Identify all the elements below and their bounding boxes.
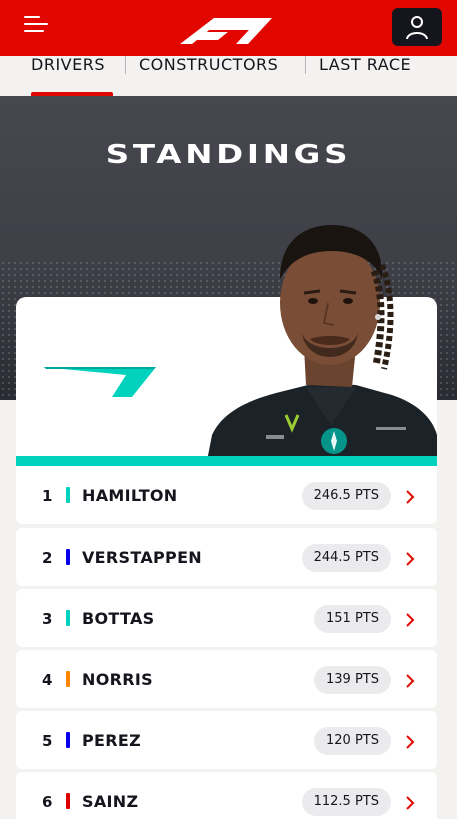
standings-row[interactable]: 4 NORRIS 139 PTS	[16, 650, 437, 708]
standings-tabs: DRIVERS CONSTRUCTORS LAST RACE	[0, 55, 457, 96]
standings-row[interactable]: 5 PEREZ 120 PTS	[16, 711, 437, 769]
page-title: STANDINGS	[105, 140, 352, 170]
tab-constructors[interactable]: CONSTRUCTORS	[139, 55, 278, 96]
chevron-right-icon	[406, 674, 415, 688]
leader-feature-card[interactable]	[16, 225, 437, 466]
hamilton-portrait	[206, 225, 437, 466]
driver-name: NORRIS	[82, 670, 153, 689]
team-color-stripe	[16, 456, 437, 466]
chevron-right-icon	[406, 735, 415, 749]
chevron-right-icon	[406, 613, 415, 627]
account-button[interactable]	[392, 8, 442, 46]
team-color-bar	[66, 732, 70, 748]
points-badge: 244.5 PTS	[301, 544, 391, 572]
team-color-bar	[66, 610, 70, 626]
team-color-bar	[66, 487, 70, 503]
standings-row[interactable]: 6 SAINZ 112.5 PTS	[16, 772, 437, 819]
driver-position: 4	[42, 671, 53, 689]
team-color-bar	[66, 549, 70, 565]
driver-name: BOTTAS	[82, 609, 155, 628]
driver-position: 1	[42, 487, 53, 505]
driver-position: 5	[42, 732, 53, 750]
points-badge: 139 PTS	[314, 666, 391, 694]
tab-divider	[125, 56, 126, 74]
driver-position: 3	[42, 610, 53, 628]
driver-name: PEREZ	[82, 731, 142, 750]
hamburger-menu-icon[interactable]	[24, 16, 48, 34]
chevron-right-icon	[406, 490, 415, 504]
points-badge: 112.5 PTS	[301, 788, 391, 816]
mercedes-arrow-logo	[42, 367, 156, 397]
chevron-right-icon	[406, 552, 415, 566]
standings-row[interactable]: 1 HAMILTON 246.5 PTS	[16, 466, 437, 524]
tab-last-race[interactable]: LAST RACE	[319, 55, 411, 96]
tab-divider	[305, 56, 306, 74]
driver-position: 2	[42, 549, 53, 567]
driver-name: HAMILTON	[82, 486, 178, 505]
user-icon	[406, 16, 428, 39]
f1-logo[interactable]	[178, 18, 272, 44]
driver-position: 6	[42, 793, 53, 811]
team-color-bar	[66, 793, 70, 809]
team-color-bar	[66, 671, 70, 687]
standings-row[interactable]: 3 BOTTAS 151 PTS	[16, 589, 437, 647]
driver-name: SAINZ	[82, 792, 139, 811]
driver-name: VERSTAPPEN	[82, 548, 202, 567]
points-badge: 120 PTS	[314, 727, 391, 755]
standings-row[interactable]: 2 VERSTAPPEN 244.5 PTS	[16, 528, 437, 586]
top-navigation-bar	[0, 0, 457, 56]
points-badge: 151 PTS	[314, 605, 391, 633]
tab-drivers[interactable]: DRIVERS	[31, 55, 113, 96]
chevron-right-icon	[406, 796, 415, 810]
points-badge: 246.5 PTS	[301, 482, 391, 510]
